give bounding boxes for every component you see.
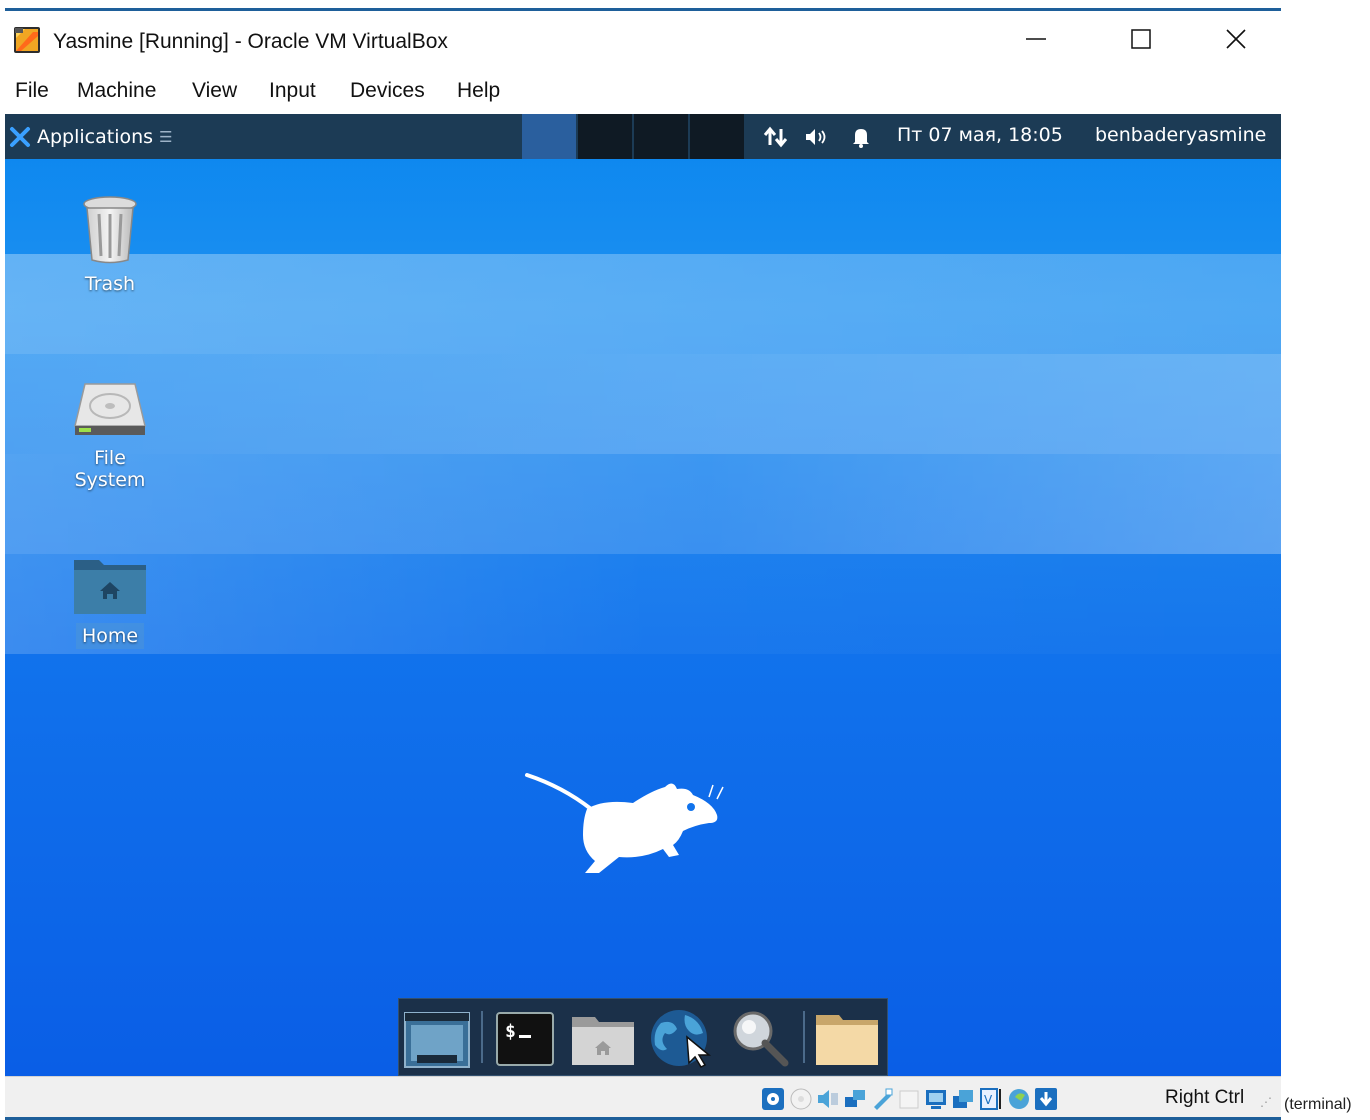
audio-status-icon[interactable] bbox=[816, 1087, 840, 1111]
xfce-logo-icon bbox=[10, 126, 30, 147]
workspace-4[interactable] bbox=[690, 114, 744, 159]
network-icon[interactable] bbox=[763, 125, 791, 149]
volume-icon[interactable] bbox=[803, 126, 831, 148]
minimize-button[interactable] bbox=[1013, 19, 1059, 59]
desktop-icon-label: File System bbox=[74, 447, 146, 491]
desktop-icon-label: Trash bbox=[84, 273, 136, 295]
workspace-1[interactable] bbox=[522, 114, 576, 159]
wallpaper-band bbox=[5, 254, 1281, 354]
menu-devices[interactable]: Devices bbox=[350, 79, 425, 103]
mouse-integration-status-icon[interactable] bbox=[1007, 1087, 1031, 1111]
network-status-icon[interactable] bbox=[843, 1087, 867, 1111]
usb-status-icon[interactable] bbox=[870, 1087, 894, 1111]
menu-handle-icon: ☰ bbox=[159, 127, 173, 146]
terminal-icon[interactable]: $ bbox=[493, 1007, 561, 1069]
dock-panel: $ bbox=[398, 998, 888, 1076]
resize-grip-icon[interactable]: ⋰ bbox=[1260, 1095, 1272, 1109]
close-button[interactable] bbox=[1213, 19, 1259, 59]
hard-disk-status-icon[interactable] bbox=[761, 1087, 785, 1111]
guest-desktop[interactable]: Applications ☰ Пт 07 мая, 18:05 benbader… bbox=[5, 114, 1281, 1076]
panel-username[interactable]: benbaderyasmine bbox=[1095, 124, 1266, 146]
desktop-icon-trash[interactable]: Trash bbox=[50, 194, 170, 297]
file-manager-icon[interactable] bbox=[569, 1007, 637, 1069]
host-key-label: Right Ctrl bbox=[1165, 1087, 1245, 1108]
desktop-icon-file-system[interactable]: File System bbox=[50, 376, 170, 493]
maximize-button[interactable] bbox=[1118, 19, 1164, 59]
minimize-icon bbox=[1026, 38, 1046, 40]
workspace-3[interactable] bbox=[634, 114, 688, 159]
svg-text:$: $ bbox=[505, 1021, 516, 1042]
virtualbox-vm-icon bbox=[14, 27, 40, 53]
menu-bar: File Machine View Input Devices Help bbox=[5, 66, 1281, 114]
optical-drive-status-icon[interactable] bbox=[789, 1087, 813, 1111]
desktop-icon-home[interactable]: Home bbox=[50, 554, 170, 649]
web-browser-icon[interactable] bbox=[647, 1007, 715, 1069]
home-folder-icon bbox=[74, 560, 146, 614]
xfce-mouse-logo bbox=[525, 773, 724, 873]
title-bar: Yasmine [Running] - Oracle VM VirtualBox bbox=[5, 11, 1281, 66]
virtualization-status-icon[interactable]: V bbox=[978, 1087, 1002, 1111]
menu-file[interactable]: File bbox=[15, 79, 49, 103]
virtualbox-status-bar: V Right Ctrl ⋰ bbox=[5, 1076, 1281, 1118]
dock-separator bbox=[481, 1011, 483, 1063]
xfce-top-panel: Applications ☰ Пт 07 мая, 18:05 benbader… bbox=[5, 114, 1281, 159]
panel-clock[interactable]: Пт 07 мая, 18:05 bbox=[897, 124, 1063, 146]
maximize-icon bbox=[1131, 29, 1151, 49]
workspace-2[interactable] bbox=[578, 114, 632, 159]
shared-folders-status-icon[interactable] bbox=[897, 1087, 921, 1111]
menu-machine[interactable]: Machine bbox=[77, 79, 156, 103]
video-capture-status-icon[interactable] bbox=[951, 1087, 975, 1111]
keyboard-capture-status-icon[interactable] bbox=[1034, 1087, 1058, 1111]
wallpaper-band bbox=[5, 554, 1281, 654]
virtualbox-window: Yasmine [Running] - Oracle VM VirtualBox… bbox=[5, 8, 1281, 1120]
menu-help[interactable]: Help bbox=[457, 79, 500, 103]
menu-view[interactable]: View bbox=[192, 79, 237, 103]
folder-icon[interactable] bbox=[813, 1007, 881, 1069]
window-title: Yasmine [Running] - Oracle VM VirtualBox bbox=[53, 30, 448, 53]
show-desktop-icon[interactable] bbox=[403, 1007, 471, 1069]
dock-separator bbox=[803, 1011, 805, 1063]
display-status-icon[interactable] bbox=[924, 1087, 948, 1111]
svg-text:V: V bbox=[984, 1093, 993, 1107]
notification-bell-icon[interactable] bbox=[849, 125, 873, 149]
hard-drive-icon bbox=[74, 383, 146, 435]
wallpaper-band bbox=[5, 454, 1281, 554]
outside-label: (terminal) bbox=[1284, 1096, 1352, 1113]
close-icon bbox=[1226, 29, 1246, 49]
applications-menu-button[interactable]: Applications ☰ bbox=[5, 114, 173, 159]
applications-label: Applications bbox=[37, 125, 154, 148]
app-finder-icon[interactable] bbox=[725, 1007, 793, 1069]
trash-icon bbox=[83, 196, 137, 264]
desktop-icon-label: Home bbox=[75, 623, 145, 649]
menu-input[interactable]: Input bbox=[269, 79, 316, 103]
wallpaper-band bbox=[5, 354, 1281, 454]
